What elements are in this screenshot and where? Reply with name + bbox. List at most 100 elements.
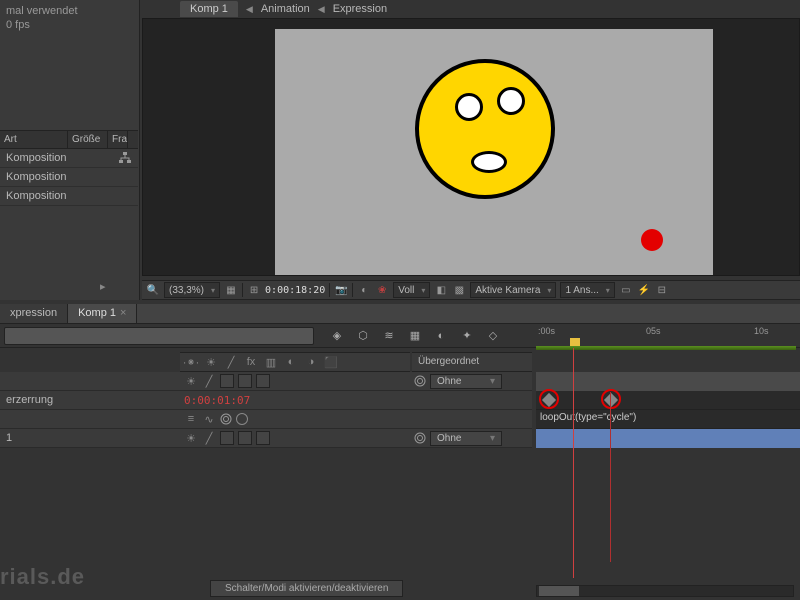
layer-row[interactable]: ☀ ╱ Ohne bbox=[0, 372, 532, 391]
layer-bar[interactable] bbox=[536, 429, 800, 448]
transparency-icon[interactable]: ▩ bbox=[452, 283, 466, 297]
pixel-aspect-icon[interactable]: ▭ bbox=[619, 283, 633, 297]
parent-dropdown[interactable]: Ohne bbox=[430, 374, 502, 389]
col-size[interactable]: Größe bbox=[68, 131, 108, 148]
auto-keyframe-icon[interactable]: ◇ bbox=[484, 327, 502, 345]
expression-row[interactable]: ≡ ∿ bbox=[0, 410, 532, 429]
layer-row[interactable]: 1 ☀ ╱ Ohne bbox=[0, 429, 532, 448]
red-ball-shape[interactable] bbox=[641, 229, 663, 251]
eye-right bbox=[497, 87, 525, 115]
switch-box[interactable] bbox=[220, 374, 234, 388]
track-row[interactable] bbox=[536, 429, 800, 448]
playhead-line[interactable] bbox=[573, 348, 574, 578]
magnify-icon[interactable]: 🔍 bbox=[146, 283, 160, 297]
keyframe-highlight bbox=[601, 389, 621, 409]
zoom-dropdown[interactable]: (33,3%) bbox=[164, 282, 220, 298]
property-name: erzerrung bbox=[6, 394, 53, 406]
motion-blur-switch-icon[interactable]: ◐ bbox=[284, 355, 298, 369]
col-art[interactable]: Art bbox=[0, 131, 68, 148]
collapse-icon[interactable]: ☀ bbox=[184, 431, 198, 445]
item-type: Komposition bbox=[6, 190, 67, 202]
pickwhip-icon[interactable] bbox=[220, 413, 232, 425]
collapse-icon[interactable]: ☀ bbox=[204, 355, 218, 369]
draft3d-icon[interactable]: ⬡ bbox=[354, 327, 372, 345]
watermark: rials.de bbox=[0, 564, 85, 590]
grid-icon[interactable]: ⊞ bbox=[247, 283, 261, 297]
quality-icon[interactable]: ╱ bbox=[224, 355, 238, 369]
blur-icon[interactable]: ≋ bbox=[380, 327, 398, 345]
col-fra[interactable]: Fra bbox=[108, 131, 128, 148]
pickwhip-icon[interactable] bbox=[414, 375, 426, 387]
composition-viewer[interactable] bbox=[142, 18, 800, 276]
switch-box[interactable] bbox=[256, 431, 270, 445]
toggle-switches-button[interactable]: Schalter/Modi aktivieren/deaktivieren bbox=[210, 580, 403, 597]
composition-canvas[interactable] bbox=[275, 29, 713, 275]
flowchart-icon[interactable] bbox=[118, 152, 132, 164]
project-item[interactable]: Komposition bbox=[0, 149, 138, 168]
timeline-tracks[interactable]: loopOut(type="cycle") bbox=[536, 372, 800, 448]
motion-blur-icon[interactable]: ◐ bbox=[432, 327, 450, 345]
track-row-expression[interactable]: loopOut(type="cycle") bbox=[536, 410, 800, 429]
camera-dropdown[interactable]: Aktive Kamera bbox=[470, 282, 556, 298]
expression-graph-icon[interactable]: ∿ bbox=[202, 412, 216, 426]
exposure-icon[interactable]: ◧ bbox=[434, 283, 448, 297]
rgb-icon[interactable]: ❀ bbox=[375, 283, 389, 297]
switch-box[interactable] bbox=[238, 431, 252, 445]
marker-line bbox=[610, 392, 611, 562]
ruler-tick: 05s bbox=[646, 326, 661, 336]
breadcrumb: Komp 1 ◀ Animation ◀ Expression bbox=[180, 0, 387, 18]
track-row-keyframes[interactable] bbox=[536, 391, 800, 410]
adjustment-icon[interactable]: ◑ bbox=[304, 355, 318, 369]
channel-icon[interactable]: ◐ bbox=[357, 283, 371, 297]
search-input[interactable] bbox=[4, 327, 314, 345]
slider-thumb[interactable] bbox=[539, 586, 579, 596]
tab-komp1[interactable]: Komp 1× bbox=[68, 304, 137, 323]
project-info: mal verwendet 0 fps bbox=[0, 0, 139, 36]
shy-icon[interactable]: ·⁕· bbox=[184, 355, 198, 369]
breadcrumb-item[interactable]: Komp 1 bbox=[180, 1, 238, 17]
time-ruler[interactable]: :00s 05s 10s bbox=[536, 324, 800, 348]
timeline-icon[interactable]: ⊟ bbox=[655, 283, 669, 297]
tab-expression[interactable]: xpression bbox=[0, 304, 68, 323]
views-dropdown[interactable]: 1 Ans... bbox=[560, 282, 614, 298]
keyframe-highlight bbox=[539, 389, 559, 409]
expression-enable-icon[interactable]: ≡ bbox=[184, 412, 198, 426]
current-time[interactable]: 0:00:18:20 bbox=[265, 285, 325, 296]
brainstorm-icon[interactable]: ✦ bbox=[458, 327, 476, 345]
graph-editor-icon[interactable]: ▦ bbox=[406, 327, 424, 345]
face-shape[interactable] bbox=[415, 59, 555, 199]
work-area-bar[interactable] bbox=[536, 346, 796, 350]
quality-icon[interactable]: ╱ bbox=[202, 374, 216, 388]
pickwhip-icon[interactable] bbox=[414, 432, 426, 444]
project-item[interactable]: Komposition bbox=[0, 187, 138, 206]
info-line-2: 0 fps bbox=[6, 18, 133, 32]
track-row[interactable] bbox=[536, 372, 800, 391]
comp-mini-flowchart-icon[interactable]: ◈ bbox=[328, 327, 346, 345]
fast-preview-icon[interactable]: ⚡ bbox=[637, 283, 651, 297]
property-row[interactable]: erzerrung 0:00:01:07 bbox=[0, 391, 532, 410]
resolution-icon[interactable]: ▦ bbox=[224, 283, 238, 297]
timeline-tabs: xpression Komp 1× bbox=[0, 304, 800, 324]
project-item[interactable]: Komposition bbox=[0, 168, 138, 187]
snapshot-icon[interactable]: 📷 bbox=[334, 283, 348, 297]
switch-box[interactable] bbox=[220, 431, 234, 445]
timeline-zoom-slider[interactable] bbox=[536, 585, 794, 597]
mouth bbox=[471, 151, 507, 173]
frame-blend-icon[interactable]: ▥ bbox=[264, 355, 278, 369]
fx-icon[interactable]: fx bbox=[244, 355, 258, 369]
quality-icon[interactable]: ╱ bbox=[202, 431, 216, 445]
channel-dropdown[interactable]: Voll bbox=[393, 282, 430, 298]
parent-dropdown[interactable]: Ohne bbox=[430, 431, 502, 446]
breadcrumb-item[interactable]: Animation bbox=[261, 3, 310, 15]
stopwatch-icon[interactable] bbox=[236, 413, 248, 425]
project-columns: Art Größe Fra bbox=[0, 130, 138, 149]
switch-box[interactable] bbox=[238, 374, 252, 388]
play-icon[interactable]: ▸ bbox=[100, 280, 106, 293]
property-value[interactable]: 0:00:01:07 bbox=[184, 394, 250, 407]
breadcrumb-item[interactable]: Expression bbox=[333, 3, 387, 15]
3d-icon[interactable]: ⬛ bbox=[324, 355, 338, 369]
collapse-icon[interactable]: ☀ bbox=[184, 374, 198, 388]
close-icon[interactable]: × bbox=[120, 307, 126, 319]
expression-text[interactable]: loopOut(type="cycle") bbox=[540, 412, 636, 423]
switch-box[interactable] bbox=[256, 374, 270, 388]
